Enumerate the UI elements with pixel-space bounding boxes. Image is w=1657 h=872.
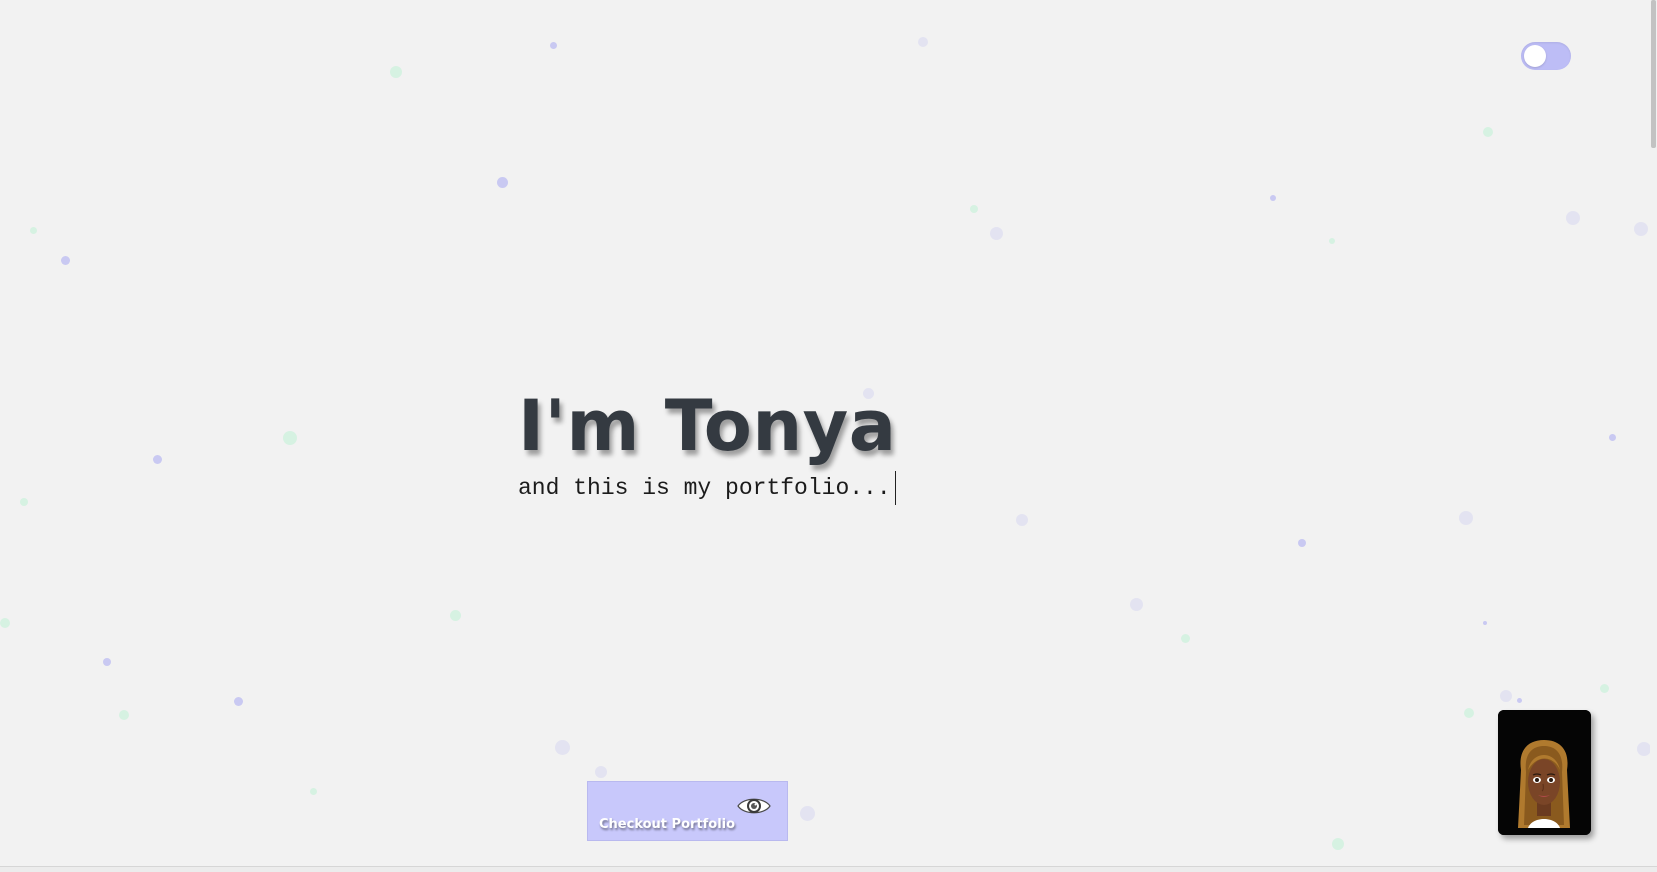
toggle-knob [1524, 45, 1546, 67]
typing-caret [894, 471, 897, 505]
theme-toggle[interactable] [1521, 42, 1571, 70]
scrollbar-thumb[interactable] [1651, 0, 1656, 148]
avatar-card[interactable] [1498, 710, 1591, 835]
checkout-portfolio-button[interactable]: Checkout Portfolio [587, 781, 788, 841]
checkout-portfolio-label: Checkout Portfolio [599, 817, 736, 832]
hero-section: I'm Tonya and this is my portfolio... [518, 385, 1038, 505]
portfolio-landing-page: I'm Tonya and this is my portfolio... Ch… [0, 0, 1657, 872]
hero-title: I'm Tonya [518, 385, 897, 467]
eye-icon [737, 798, 771, 814]
hero-subtitle: and this is my portfolio... [518, 475, 891, 501]
vertical-scrollbar[interactable] [1650, 0, 1657, 866]
avatar-icon [1498, 710, 1591, 835]
bottom-edge [0, 866, 1657, 872]
hero-subtitle-line: and this is my portfolio... [518, 471, 1038, 505]
